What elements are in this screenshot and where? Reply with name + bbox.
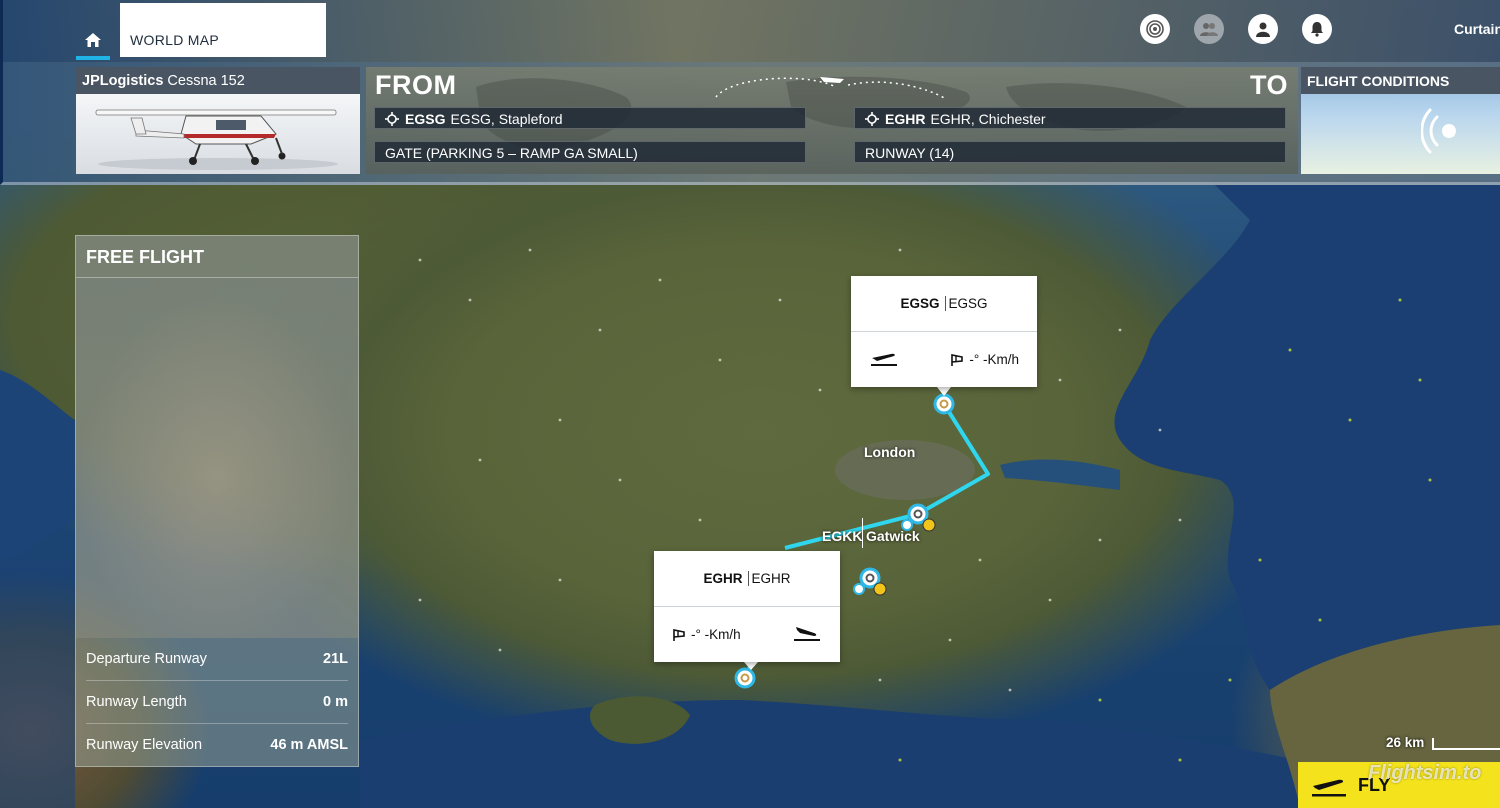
waypoint-code-label[interactable]: EGKK [822, 528, 862, 544]
aircraft-brand: JPLogistics [82, 73, 164, 89]
stat-row-runway-length: Runway Length 0 m [86, 681, 348, 724]
windsock-icon [673, 628, 685, 641]
departure-spawn: GATE (PARKING 5 – RAMP GA SMALL) [385, 145, 638, 161]
arrival-name: EGHR, Chichester [930, 111, 1046, 127]
windsock-icon [951, 353, 964, 366]
to-label: TO [1249, 70, 1288, 100]
activity-button[interactable] [1140, 14, 1170, 44]
panel-preview-area [76, 278, 358, 638]
stat-label: Departure Runway [86, 651, 207, 667]
map-scale-label: 26 km [1386, 735, 1425, 750]
aircraft-selection-card[interactable]: JPLogistics Cessna 152 [76, 67, 360, 174]
airport-name: EGHR [751, 571, 791, 586]
notifications-icon [1311, 22, 1323, 37]
airfield-marker-icon [853, 567, 887, 596]
route-panel: FROM TO EGSG EGSG, Stapleford GATE (PARK… [366, 67, 1298, 174]
stat-label: Runway Length [86, 694, 187, 710]
stat-value: 21L [323, 651, 348, 667]
airport-name: EGSG [948, 296, 988, 311]
departure-airport-card[interactable]: EGSG EGSG -° -Km/h [851, 276, 1037, 387]
card-details: -° -Km/h [851, 332, 1037, 387]
flight-conditions-card[interactable]: FLIGHT CONDITIONS [1301, 67, 1500, 174]
airport-code: EGHR [703, 571, 749, 586]
tab-world-map[interactable]: WORLD MAP [120, 3, 326, 57]
waypoint-name-label[interactable]: Gatwick [866, 528, 920, 544]
aircraft-image [76, 94, 360, 174]
flight-plan-strip: JPLogistics Cessna 152 FROM TO EGSG EGSG… [0, 62, 1500, 185]
arrival-icao: EGHR [885, 111, 926, 127]
from-label: FROM [375, 70, 457, 100]
arrival-airport-card[interactable]: EGHR EGHR -° -Km/h [654, 551, 840, 662]
stat-value: 46 m AMSL [270, 737, 348, 753]
runway-stats: Departure Runway 21L Runway Length 0 m R… [76, 638, 358, 766]
aircraft-title: JPLogistics Cessna 152 [76, 67, 360, 94]
takeoff-icon [1312, 779, 1346, 797]
watermark-text: Flightsim.to [1368, 762, 1482, 784]
arrival-airport-field[interactable]: EGHR EGHR, Chichester [854, 107, 1286, 129]
card-details: -° -Km/h [654, 607, 840, 662]
departure-spawn-field[interactable]: GATE (PARKING 5 – RAMP GA SMALL) [374, 141, 806, 163]
departure-icao: EGSG [405, 111, 446, 127]
map-scale-bar [1432, 738, 1500, 750]
profile-icon [1256, 22, 1270, 37]
waypoint-divider [862, 518, 863, 548]
stat-row-runway-elevation: Runway Elevation 46 m AMSL [86, 724, 348, 766]
multiplayer-icon [1200, 23, 1218, 36]
wind-info: -° -Km/h [950, 352, 1019, 367]
eghr-marker-icon [734, 667, 756, 689]
stat-row-departure-runway: Departure Runway 21L [86, 638, 348, 681]
departure-airport-field[interactable]: EGSG EGSG, Stapleford [374, 107, 806, 129]
location-icon [865, 112, 879, 126]
top-navigation-bar: WORLD MAP Curtain [0, 0, 1500, 62]
egsg-marker-icon [933, 393, 955, 415]
departure-name: EGSG, Stapleford [450, 111, 563, 127]
activity-icon [1146, 20, 1164, 38]
profile-button[interactable] [1248, 14, 1278, 44]
city-label: London [864, 444, 916, 460]
multiplayer-button[interactable] [1194, 14, 1224, 44]
user-name[interactable]: Curtain [1454, 21, 1500, 37]
home-button[interactable] [76, 24, 110, 60]
home-icon [85, 33, 101, 47]
notifications-button[interactable] [1302, 14, 1332, 44]
wind-value: -° -Km/h [691, 627, 741, 642]
aircraft-model: Cessna 152 [167, 73, 245, 89]
wind-value: -° -Km/h [969, 352, 1019, 367]
card-header: EGSG EGSG [851, 276, 1037, 332]
location-icon [385, 112, 399, 126]
wind-info: -° -Km/h [672, 627, 741, 642]
stat-value: 0 m [323, 694, 348, 710]
landing-icon [792, 623, 822, 646]
card-header: EGHR EGHR [654, 551, 840, 607]
takeoff-icon [869, 348, 899, 371]
airport-code: EGSG [900, 296, 946, 311]
aircraft-silhouette-icon [95, 109, 338, 170]
arrival-spawn-field[interactable]: RUNWAY (14) [854, 141, 1286, 163]
panel-title: FREE FLIGHT [76, 236, 358, 278]
conditions-title: FLIGHT CONDITIONS [1301, 67, 1500, 94]
arrival-spawn: RUNWAY (14) [865, 145, 955, 161]
free-flight-panel: FREE FLIGHT Departure Runway 21L Runway … [75, 235, 359, 767]
weather-signal-icon [1421, 108, 1456, 154]
stat-label: Runway Elevation [86, 737, 203, 753]
tab-label: WORLD MAP [130, 32, 220, 48]
